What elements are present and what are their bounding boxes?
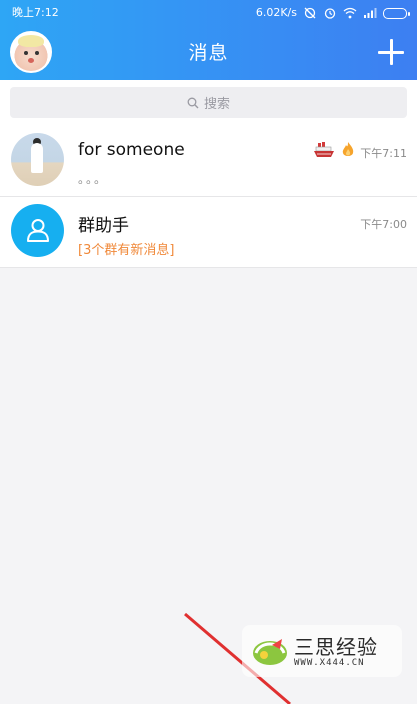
watermark-title: 三思经验: [294, 635, 378, 659]
watermark-logo-icon: [253, 639, 287, 665]
pointer-arrow-decoration: [184, 612, 291, 704]
watermark: 三思经验 WWW.X444.CN: [242, 625, 402, 677]
watermark-url: WWW.X444.CN: [294, 658, 365, 668]
